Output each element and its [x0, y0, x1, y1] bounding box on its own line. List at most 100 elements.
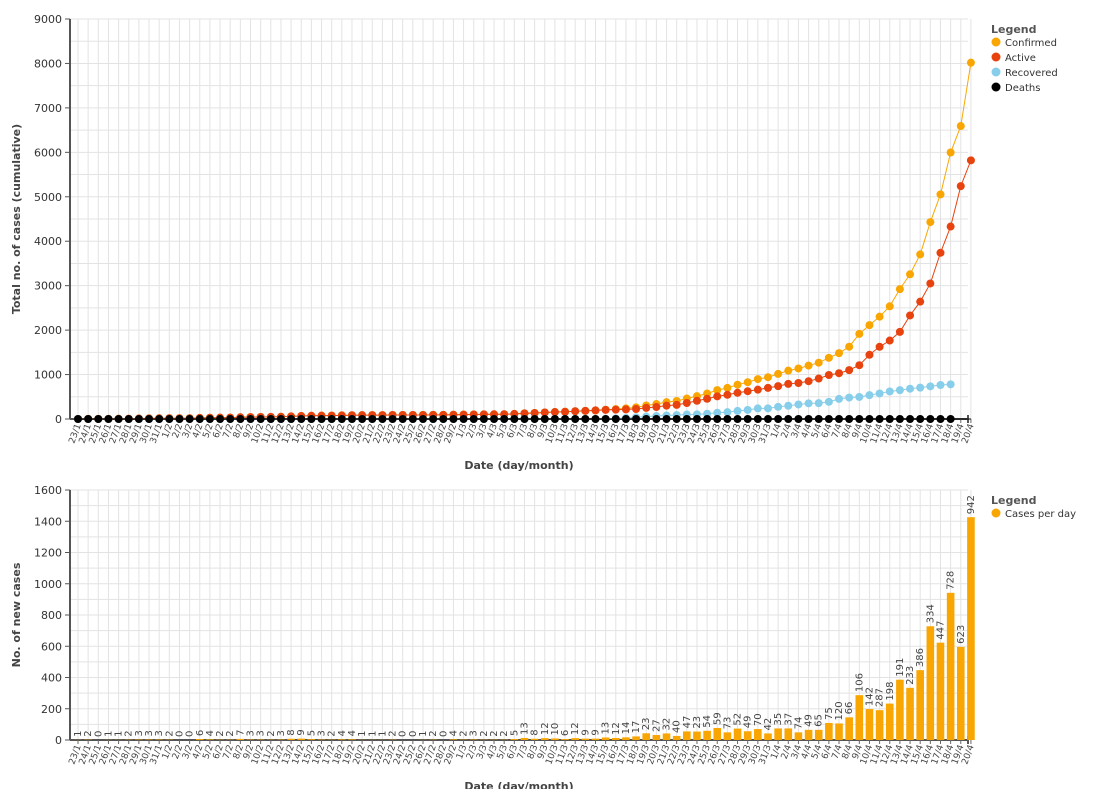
data-point — [378, 415, 387, 423]
y-tick-label: 3000 — [34, 280, 62, 293]
bar — [510, 739, 519, 740]
data-point — [956, 122, 965, 131]
y-tick-label: 400 — [41, 672, 62, 685]
bar — [784, 728, 793, 740]
y-tick-label: 7000 — [34, 102, 62, 115]
data-point — [875, 342, 884, 351]
data-point — [74, 415, 82, 423]
data-point — [885, 302, 894, 311]
cumulative-cases-chart: 010002000300040005000600070008000900023/… — [10, 13, 1058, 472]
data-point — [581, 415, 590, 423]
data-point — [652, 415, 661, 423]
legend-label: Cases per day — [1005, 509, 1076, 520]
bar — [611, 737, 620, 740]
data-point — [916, 250, 925, 259]
data-point — [408, 415, 417, 423]
bar — [642, 733, 651, 740]
bar-data-label: 386 — [915, 648, 926, 667]
y-tick-label: 1000 — [34, 578, 62, 591]
data-point — [723, 390, 732, 399]
data-point — [550, 408, 559, 417]
data-point — [926, 382, 935, 391]
data-point — [94, 415, 103, 423]
y-tick-label: 1000 — [34, 369, 62, 382]
data-point — [885, 387, 894, 396]
legend-marker — [991, 37, 1001, 47]
bar — [703, 730, 711, 740]
legend-label: Recovered — [1005, 68, 1058, 79]
data-point — [692, 415, 701, 423]
data-point — [774, 415, 783, 423]
data-point — [784, 379, 793, 388]
bar — [794, 732, 803, 740]
data-point — [845, 366, 854, 375]
data-point — [865, 391, 874, 400]
new-cases-chart: 0200400600800100012001400160023/124/125/… — [10, 484, 1076, 789]
data-point — [429, 415, 438, 423]
data-point — [865, 321, 874, 330]
bar-data-label: 334 — [925, 604, 936, 623]
bar-data-label: 623 — [956, 625, 967, 644]
bar — [906, 687, 914, 740]
bar-data-label: 728 — [946, 571, 957, 590]
data-point — [936, 415, 945, 423]
data-point — [449, 415, 458, 423]
data-point — [875, 312, 884, 321]
data-point — [621, 405, 630, 414]
bar — [845, 717, 853, 740]
data-point — [632, 415, 641, 423]
data-point — [124, 415, 133, 423]
data-point — [784, 401, 793, 410]
data-point — [763, 404, 772, 413]
data-point — [500, 415, 509, 423]
data-point — [327, 415, 336, 423]
data-point — [510, 415, 519, 423]
data-point — [814, 399, 823, 408]
data-point — [388, 415, 397, 423]
data-point — [652, 403, 661, 411]
data-point — [723, 383, 732, 392]
bar — [206, 739, 214, 740]
y-axis-title: No. of new cases — [10, 562, 23, 667]
data-point — [571, 415, 580, 423]
data-point — [581, 406, 590, 415]
bar — [733, 728, 742, 740]
data-point — [835, 349, 844, 358]
data-point — [784, 366, 793, 375]
data-point — [936, 190, 945, 199]
bar — [662, 733, 671, 740]
data-point — [875, 415, 884, 423]
bar — [825, 722, 833, 740]
data-point — [703, 394, 712, 403]
data-point — [804, 399, 813, 408]
data-point — [916, 297, 925, 306]
data-point — [824, 415, 833, 423]
data-point — [845, 393, 854, 402]
legend-marker — [991, 82, 1001, 92]
data-point — [662, 415, 671, 423]
bar — [855, 695, 864, 740]
data-point — [175, 415, 184, 423]
data-point — [104, 415, 113, 423]
bar — [287, 738, 295, 740]
data-point — [733, 406, 742, 415]
data-point — [804, 361, 813, 370]
data-point — [84, 415, 93, 423]
y-tick-label: 1400 — [34, 515, 62, 528]
data-point — [906, 311, 915, 320]
data-point — [469, 415, 478, 423]
data-point — [946, 222, 955, 231]
bar — [338, 739, 346, 740]
data-point — [713, 392, 722, 401]
data-point — [845, 415, 854, 423]
data-point — [601, 405, 610, 414]
y-tick-label: 4000 — [34, 235, 62, 248]
data-point — [733, 415, 742, 423]
data-point — [784, 415, 793, 423]
data-point — [946, 415, 955, 423]
data-point — [682, 415, 691, 423]
data-point — [774, 369, 783, 378]
bar — [885, 703, 894, 740]
data-point — [490, 415, 499, 423]
data-point — [662, 401, 671, 410]
